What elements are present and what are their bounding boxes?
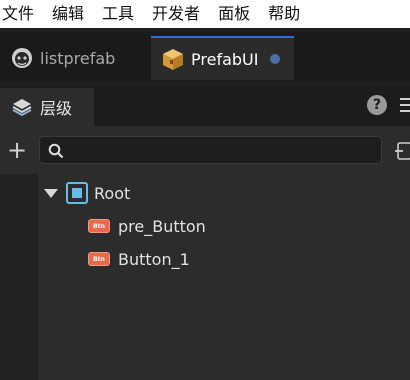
panel-title: 层级 [40, 99, 73, 118]
search-icon [48, 143, 64, 159]
node-label: Root [94, 183, 131, 203]
layers-icon [10, 95, 34, 119]
add-node-button[interactable]: + [5, 138, 29, 163]
search-input[interactable] [72, 140, 376, 162]
hierarchy-panel [0, 126, 410, 380]
prefab-box-icon [161, 47, 185, 71]
hierarchy-tab[interactable]: 层级 [0, 88, 94, 126]
menu-tools[interactable]: 工具 [101, 3, 134, 25]
tab-prefabui[interactable]: PrefabUI [151, 36, 294, 80]
node-root-icon [66, 182, 88, 204]
button-component-icon: Btn [88, 252, 110, 266]
menu-file[interactable]: 文件 [1, 3, 34, 25]
panel-menu-icon[interactable] [400, 96, 410, 114]
tab-label: PrefabUI [191, 49, 259, 69]
node-label: Button_1 [118, 249, 190, 269]
unsaved-dot-icon [270, 54, 281, 64]
menu-bar: 文件 编辑 工具 开发者 面板 帮助 [0, 0, 410, 28]
monkey-icon [10, 46, 34, 70]
button-component-icon: Btn [88, 219, 110, 233]
tab-label: listprefab [40, 48, 116, 68]
tab-listprefab[interactable]: listprefab [0, 36, 148, 80]
expand-triangle-icon[interactable] [44, 188, 58, 198]
menu-help[interactable]: 帮助 [267, 3, 300, 25]
menu-developer[interactable]: 开发者 [151, 3, 200, 25]
editor-tab-bar: listprefab PrefabUI [0, 32, 410, 82]
menu-edit[interactable]: 编辑 [51, 3, 84, 25]
menu-panel[interactable]: 面板 [217, 3, 250, 25]
panel-left-gutter [0, 174, 38, 380]
collapse-all-icon[interactable] [395, 140, 410, 162]
node-label: pre_Button [118, 216, 206, 236]
hierarchy-header: 层级 [0, 86, 410, 126]
help-icon[interactable]: ? [367, 95, 387, 115]
search-field[interactable] [39, 136, 382, 164]
tree-node-root[interactable]: Root [44, 179, 130, 207]
tree-node-pre-button[interactable]: Btn pre_Button [88, 212, 206, 240]
tree-node-button-1[interactable]: Btn Button_1 [88, 245, 190, 273]
